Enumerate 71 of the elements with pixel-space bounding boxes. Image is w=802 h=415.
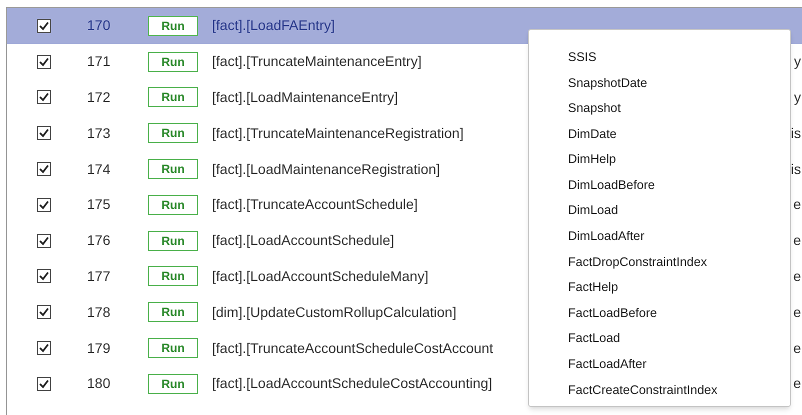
checkbox[interactable] — [37, 305, 51, 320]
checkbox[interactable] — [37, 162, 51, 176]
row-number: 176 — [87, 231, 112, 250]
check-icon — [39, 200, 49, 210]
run-button[interactable]: Run — [148, 159, 198, 180]
run-button[interactable]: Run — [148, 87, 198, 108]
row-number: 172 — [87, 88, 112, 107]
row-number: 174 — [87, 160, 112, 179]
row-number: 180 — [87, 374, 112, 394]
row-number: 178 — [87, 302, 112, 322]
table-cell-text: e — [793, 195, 802, 214]
procedure-name: [fact].[LoadAccountScheduleCostAccounting] — [212, 374, 492, 394]
procedure-name: [fact].[TruncateAccountSchedule] — [212, 195, 418, 214]
table-cell-text: y — [794, 52, 802, 72]
check-icon — [39, 271, 49, 282]
run-button[interactable]: Run — [148, 266, 198, 286]
checkbox[interactable] — [37, 269, 51, 284]
check-icon — [39, 56, 49, 67]
menu-item[interactable]: DimLoadAfter — [529, 227, 790, 253]
procedure-name: [fact].[LoadAccountScheduleMany] — [212, 266, 428, 286]
menu-item[interactable]: SSIS — [529, 48, 790, 74]
row-number: 179 — [87, 338, 112, 358]
procedure-name: [fact].[LoadFAEntry] — [212, 16, 335, 36]
check-icon — [39, 20, 49, 31]
procedure-name: [dim].[UpdateCustomRollupCalculation] — [212, 302, 456, 322]
checkbox[interactable] — [37, 18, 51, 33]
menu-item[interactable]: DimHelp — [529, 150, 790, 176]
table-cell-text: e — [793, 374, 802, 394]
table-cell-text: e — [793, 231, 802, 250]
check-icon — [39, 236, 49, 246]
row-number: 171 — [87, 52, 112, 72]
procedure-name: [fact].[TruncateMaintenanceRegistration] — [212, 124, 464, 143]
row-number: 177 — [87, 266, 112, 286]
check-icon — [39, 307, 49, 318]
table-cell-text: y — [794, 88, 802, 107]
menu-item[interactable]: DimDate — [529, 124, 790, 150]
run-button[interactable]: Run — [148, 123, 198, 144]
row-number: 175 — [87, 195, 112, 214]
run-button[interactable]: Run — [148, 338, 198, 358]
run-button[interactable]: Run — [148, 302, 198, 322]
procedure-name: [fact].[LoadMaintenanceRegistration] — [212, 160, 440, 179]
check-icon — [39, 164, 49, 174]
checkbox[interactable] — [37, 54, 51, 69]
run-button[interactable]: Run — [148, 16, 198, 36]
procedure-name: [fact].[TruncateMaintenanceEntry] — [212, 52, 422, 72]
table-cell-text: e — [793, 338, 802, 358]
procedure-name: [fact].[LoadAccountSchedule] — [212, 231, 394, 250]
run-button[interactable]: Run — [148, 230, 198, 251]
checkbox[interactable] — [37, 234, 51, 248]
checkbox[interactable] — [37, 126, 51, 140]
table-cell-text: is — [790, 160, 802, 179]
check-icon — [39, 92, 49, 102]
checkbox[interactable] — [37, 341, 51, 356]
checkbox[interactable] — [37, 376, 51, 391]
checkbox[interactable] — [37, 90, 51, 104]
table-cell-text: is — [790, 124, 802, 143]
table-cell-text: e — [793, 266, 802, 286]
menu-item[interactable]: FactLoadBefore — [529, 304, 790, 330]
row-number: 170 — [87, 16, 112, 36]
menu-item[interactable]: FactLoad — [529, 329, 790, 355]
procedure-name: [fact].[LoadMaintenanceEntry] — [212, 88, 398, 107]
checkbox[interactable] — [37, 198, 51, 212]
check-icon — [39, 343, 49, 354]
run-button[interactable]: Run — [148, 52, 198, 72]
check-icon — [39, 378, 49, 389]
row-number: 173 — [87, 124, 112, 143]
run-button[interactable]: Run — [148, 194, 198, 215]
check-icon — [39, 128, 49, 138]
table-cell-text: e — [793, 302, 802, 322]
procedure-name: [fact].[TruncateAccountScheduleCostAccount — [212, 338, 494, 358]
run-button[interactable]: Run — [148, 374, 198, 394]
